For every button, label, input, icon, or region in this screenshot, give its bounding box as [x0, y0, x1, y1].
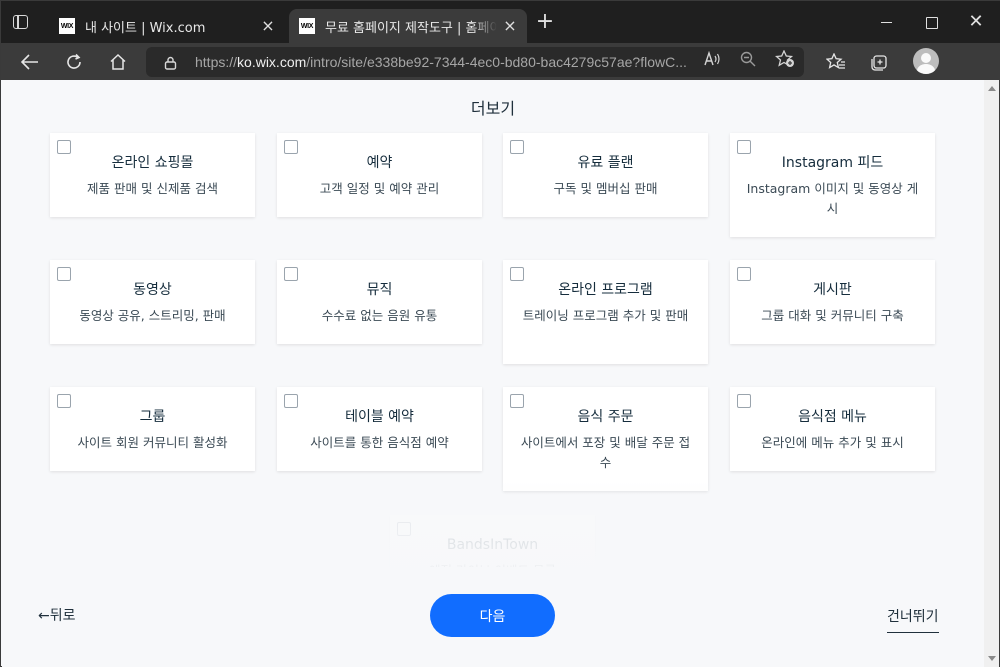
card-description: 트레이닝 프로그램 추가 및 판매 [522, 308, 689, 323]
card-description: 사이트에서 포장 및 배달 주문 접수 [520, 435, 691, 470]
feature-card-groups[interactable]: 그룹 사이트 회원 커뮤니티 활성화 [50, 387, 255, 471]
checkbox[interactable] [737, 140, 751, 154]
tab-actions-icon[interactable] [11, 13, 31, 33]
vertical-scrollbar[interactable] [984, 80, 999, 667]
back-button[interactable]: ←뒤로 [38, 605, 76, 625]
card-title: 예약 [366, 155, 393, 171]
card-title: 그룹 [139, 409, 166, 425]
card-description: 온라인에 메뉴 추가 및 표시 [761, 435, 904, 450]
browser-window: WIX 내 사이트 | Wix.com × WIX 무료 홈페이지 제작도구 |… [0, 0, 1000, 667]
card-description: 구독 및 멤버십 판매 [553, 181, 658, 196]
collections-icon[interactable] [867, 49, 893, 75]
close-tab-icon[interactable]: × [503, 18, 517, 34]
wix-favicon-icon: WIX [59, 18, 75, 34]
feature-card-forum[interactable]: 게시판 그룹 대화 및 커뮤니티 구축 [730, 260, 935, 344]
next-button[interactable]: 다음 [430, 594, 555, 637]
back-arrow-icon[interactable] [17, 49, 43, 75]
feature-card-bookings[interactable]: 예약 고객 일정 및 예약 관리 [277, 133, 482, 217]
card-description: 그룹 대화 및 커뮤니티 구축 [761, 308, 904, 323]
card-title: 음식점 메뉴 [798, 409, 867, 425]
navigation-bar: https://ko.wix.com/intro/site/e338be92-7… [1, 43, 1000, 80]
refresh-icon[interactable] [61, 49, 87, 75]
card-title: 온라인 프로그램 [558, 282, 653, 298]
checkbox[interactable] [57, 394, 71, 408]
url-prefix: https:// [195, 54, 238, 70]
feature-card-pricing-plans[interactable]: 유료 플랜 구독 및 멤버십 판매 [503, 133, 708, 217]
card-title: 뮤직 [366, 282, 393, 298]
home-icon[interactable] [105, 49, 131, 75]
checkbox[interactable] [57, 140, 71, 154]
tab-title: 내 사이트 | Wix.com [85, 20, 206, 36]
card-description: 제품 판매 및 신제품 검색 [87, 181, 218, 196]
card-title: 테이블 예약 [345, 409, 414, 425]
card-title: 온라인 쇼핑몰 [111, 155, 194, 171]
card-title: Instagram 피드 [781, 155, 884, 171]
tab-my-site[interactable]: WIX 내 사이트 | Wix.com × [49, 9, 285, 43]
checkbox[interactable] [284, 267, 298, 281]
url-path: /intro/site/e338be92-7344-4ec0-bd80-bac4… [306, 54, 687, 70]
checkbox[interactable] [737, 394, 751, 408]
checkbox[interactable] [57, 267, 71, 281]
card-description: 사이트 회원 커뮤니티 활성화 [77, 435, 228, 450]
card-title: 동영상 [133, 282, 172, 298]
checkbox[interactable] [284, 140, 298, 154]
card-title: BandsInTown [446, 537, 539, 553]
skip-button[interactable]: 건너뛰기 [887, 606, 939, 633]
close-tab-icon[interactable]: × [261, 18, 275, 34]
favorites-icon[interactable] [823, 49, 849, 75]
scroll-down-arrow-icon[interactable] [988, 656, 996, 661]
checkbox[interactable] [284, 394, 298, 408]
card-description: 사이트를 통한 음식점 예약 [310, 435, 449, 450]
card-description: Instagram 이미지 및 동영상 게시 [746, 181, 919, 216]
lock-icon[interactable] [164, 55, 177, 70]
feature-card-online-programs[interactable]: 온라인 프로그램 트레이닝 프로그램 추가 및 판매 [503, 260, 708, 364]
profile-avatar-icon[interactable] [913, 48, 939, 74]
checkbox[interactable] [397, 522, 411, 536]
maximize-icon[interactable] [919, 11, 943, 33]
section-title: 더보기 [470, 99, 516, 118]
feature-card-online-store[interactable]: 온라인 쇼핑몰 제품 판매 및 신제품 검색 [50, 133, 255, 217]
card-title: 음식 주문 [577, 409, 634, 425]
zoom-icon[interactable] [738, 49, 758, 69]
feature-card-restaurant-menu[interactable]: 음식점 메뉴 온라인에 메뉴 추가 및 표시 [730, 387, 935, 471]
checkbox[interactable] [510, 267, 524, 281]
checkbox[interactable] [737, 267, 751, 281]
tab-title: 무료 홈페이지 제작도구 | 홈페이지 [325, 20, 497, 36]
card-description: 동영상 공유, 스트리밍, 판매 [79, 308, 226, 323]
feature-card-video[interactable]: 동영상 동영상 공유, 스트리밍, 판매 [50, 260, 255, 344]
url-host: ko.wix.com [237, 54, 307, 70]
footer-bar: ←뒤로 다음 건너뛰기 [2, 567, 984, 667]
checkbox[interactable] [510, 140, 524, 154]
feature-card-instagram-feed[interactable]: Instagram 피드 Instagram 이미지 및 동영상 게시 [730, 133, 935, 237]
card-description: 고객 일정 및 예약 관리 [319, 181, 440, 196]
window-close-icon[interactable]: ✕ [964, 11, 988, 33]
scroll-up-arrow-icon[interactable] [988, 86, 996, 91]
card-title: 유료 플랜 [577, 155, 634, 171]
feature-card-food-orders[interactable]: 음식 주문 사이트에서 포장 및 배달 주문 접수 [503, 387, 708, 491]
checkbox[interactable] [510, 394, 524, 408]
wix-favicon-icon: WIX [299, 18, 315, 34]
card-title: 게시판 [813, 282, 852, 298]
feature-card-music[interactable]: 뮤직 수수료 없는 음원 유통 [277, 260, 482, 344]
tab-wix-editor[interactable]: WIX 무료 홈페이지 제작도구 | 홈페이지 × [289, 9, 527, 43]
card-description: 수수료 없는 음원 유통 [321, 308, 438, 323]
page-content: 더보기 온라인 쇼핑몰 제품 판매 및 신제품 검색 예약 고객 일정 및 예약… [2, 80, 984, 667]
read-aloud-icon[interactable] [702, 49, 722, 69]
minimize-icon[interactable] [874, 11, 898, 33]
new-tab-icon[interactable]: + [535, 11, 555, 33]
tab-bar: WIX 내 사이트 | Wix.com × WIX 무료 홈페이지 제작도구 |… [1, 1, 1000, 43]
add-favorite-icon[interactable] [775, 49, 795, 69]
feature-card-table-reservations[interactable]: 테이블 예약 사이트를 통한 음식점 예약 [277, 387, 482, 471]
url-text[interactable]: https://ko.wix.com/intro/site/e338be92-7… [195, 54, 687, 70]
